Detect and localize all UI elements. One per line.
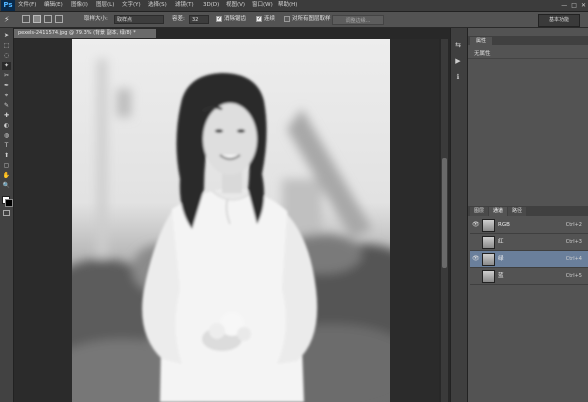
channel-name: RGB <box>498 222 510 228</box>
channel-name: 红 <box>498 239 504 245</box>
channel-shortcut: Ctrl+4 <box>565 256 582 262</box>
canvas-image[interactable] <box>72 39 390 402</box>
menu-filter[interactable]: 滤镜(T) <box>175 0 194 11</box>
channel-row-red[interactable]: 红 Ctrl+3 <box>470 234 588 251</box>
history-panel-icon[interactable]: ⇆ <box>453 40 463 50</box>
magic-wand-tool-icon[interactable]: ✦ <box>2 62 11 70</box>
hand-tool-icon[interactable]: ✋ <box>2 172 11 180</box>
workspace-switcher[interactable]: 基本功能 <box>538 14 580 27</box>
tolerance-input[interactable]: 32 <box>189 15 209 24</box>
channels-panel-body <box>470 286 588 402</box>
channel-row-rgb[interactable]: 👁 RGB Ctrl+2 <box>470 217 588 234</box>
sample-size-label: 取样大小: <box>84 16 108 22</box>
tab-properties[interactable]: 属性 <box>470 37 492 45</box>
divider <box>468 58 588 59</box>
path-selection-tool-icon[interactable]: ⬆ <box>2 152 11 160</box>
menu-select[interactable]: 选择(S) <box>148 0 167 11</box>
brush-tool-icon[interactable]: ✎ <box>2 102 11 110</box>
maximize-icon[interactable]: □ <box>571 0 577 11</box>
channel-row-blue[interactable]: 蓝 Ctrl+5 <box>470 268 588 285</box>
type-tool-icon[interactable]: T <box>2 142 11 150</box>
background-color-swatch[interactable] <box>5 199 13 207</box>
channel-name: 绿 <box>498 256 504 262</box>
antialias-checkbox[interactable]: ✓ <box>216 15 222 22</box>
menu-image[interactable]: 图像(I) <box>71 0 88 11</box>
shape-tool-icon[interactable]: ▢ <box>2 162 11 170</box>
new-selection-icon[interactable] <box>22 15 30 23</box>
sample-size-select[interactable]: 取样点 <box>114 15 164 24</box>
eyedropper-tool-icon[interactable]: ✒ <box>2 82 11 90</box>
eye-icon[interactable]: 👁 <box>472 221 480 229</box>
channel-thumbnail <box>482 253 495 266</box>
channel-shortcut: Ctrl+2 <box>565 222 582 228</box>
channel-thumbnail <box>482 219 495 232</box>
refine-edge-button[interactable]: 调整边缘... <box>332 15 384 25</box>
photoshop-logo: Ps <box>1 0 15 11</box>
menu-layer[interactable]: 图层(L) <box>96 0 114 11</box>
magic-wand-tool-preset-icon[interactable]: ⚡ <box>4 14 14 25</box>
document-tab[interactable]: pexels-2411574.jpg @ 79.3% (背景 副本, 绿/8) … <box>14 29 156 38</box>
tab-layers[interactable]: 图层 <box>470 207 488 216</box>
actions-panel-icon[interactable]: ▶ <box>453 56 463 66</box>
menu-window[interactable]: 窗口(W) <box>252 0 273 11</box>
contiguous-label: 连续 <box>264 16 276 22</box>
move-tool-icon[interactable]: ➤ <box>2 32 11 40</box>
panel-dock <box>450 28 468 402</box>
clone-stamp-tool-icon[interactable]: ✚ <box>2 112 11 120</box>
lasso-tool-icon[interactable]: ◌ <box>2 52 11 60</box>
eye-icon[interactable]: 👁 <box>472 255 480 263</box>
tolerance-label: 容差: <box>172 16 185 22</box>
menu-view[interactable]: 视图(V) <box>226 0 245 11</box>
zoom-tool-icon[interactable]: 🔍 <box>2 182 11 190</box>
subtract-selection-icon[interactable] <box>44 15 52 23</box>
properties-empty-text: 无属性 <box>474 51 491 57</box>
add-to-selection-icon[interactable] <box>33 15 41 23</box>
menu-3d[interactable]: 3D(D) <box>203 0 219 11</box>
intersect-selection-icon[interactable] <box>55 15 63 23</box>
menu-help[interactable]: 帮助(H) <box>278 0 297 11</box>
antialias-label: 消除锯齿 <box>224 16 247 22</box>
menu-file[interactable]: 文件(F) <box>18 0 36 11</box>
healing-tool-icon[interactable]: ⌖ <box>2 92 11 100</box>
history-brush-tool-icon[interactable]: ◐ <box>2 122 11 130</box>
sample-all-checkbox[interactable] <box>284 15 290 22</box>
menu-type[interactable]: 文字(Y) <box>122 0 141 11</box>
eraser-tool-icon[interactable]: ◍ <box>2 132 11 140</box>
scrollbar-thumb[interactable] <box>442 158 447 268</box>
channel-thumbnail <box>482 270 495 283</box>
tab-paths[interactable]: 路径 <box>508 207 526 216</box>
close-icon[interactable]: ✕ <box>581 0 586 11</box>
marquee-tool-icon[interactable]: ⬚ <box>2 42 11 50</box>
quick-mask-icon[interactable] <box>3 210 10 216</box>
channel-name: 蓝 <box>498 273 504 279</box>
grayscale-portrait-image <box>72 39 390 402</box>
channel-shortcut: Ctrl+3 <box>565 239 582 245</box>
window-controls: — □ ✕ <box>561 0 586 11</box>
crop-tool-icon[interactable]: ✂ <box>2 72 11 80</box>
channel-shortcut: Ctrl+5 <box>565 273 582 279</box>
tab-channels[interactable]: 通道 <box>489 207 507 216</box>
menu-edit[interactable]: 编辑(E) <box>44 0 63 11</box>
info-panel-icon[interactable]: ℹ <box>453 72 463 82</box>
channel-row-green[interactable]: 👁 绿 Ctrl+4 <box>470 251 588 268</box>
channel-thumbnail <box>482 236 495 249</box>
contiguous-checkbox[interactable]: ✓ <box>256 15 262 22</box>
sample-all-label: 对所有图层取样 <box>292 16 331 22</box>
minimize-icon[interactable]: — <box>561 0 567 11</box>
